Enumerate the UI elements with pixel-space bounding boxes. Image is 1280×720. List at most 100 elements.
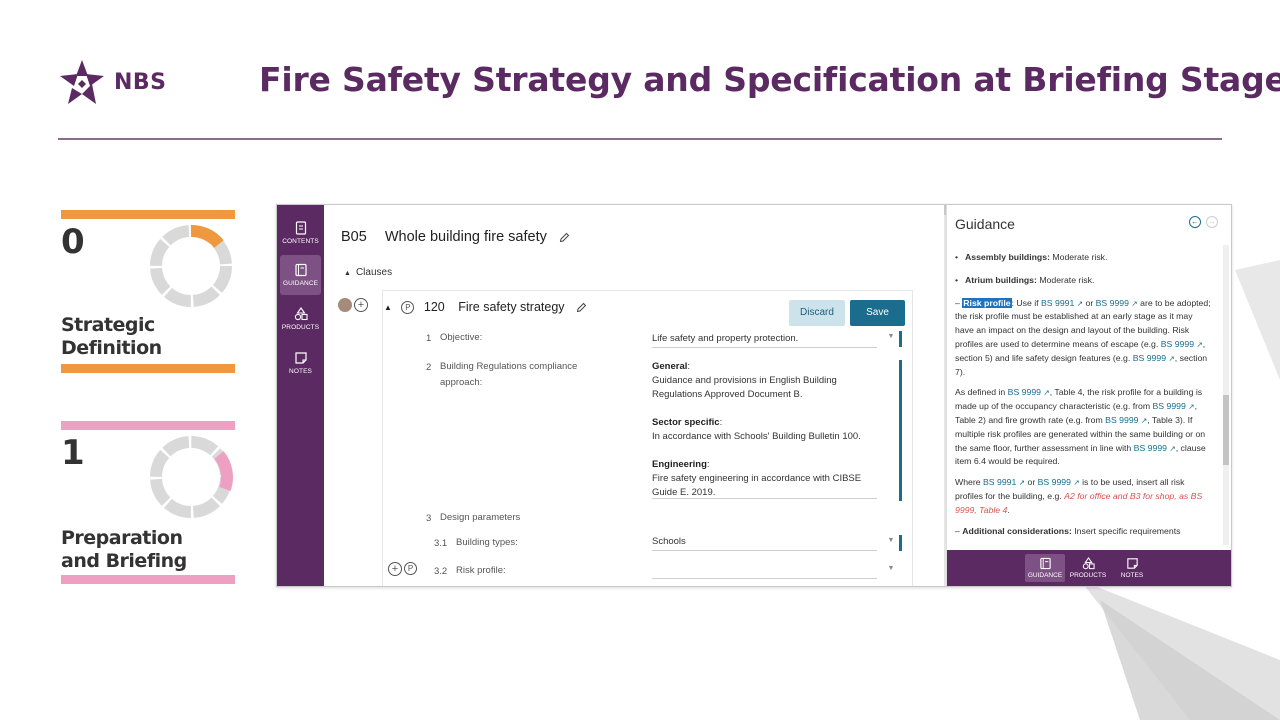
bs9999-link[interactable]: BS 9999	[1096, 298, 1129, 308]
footer-tab-label: PRODUCTS	[1069, 572, 1107, 579]
footer-tab-label: NOTES	[1120, 572, 1144, 579]
stage-1: 1 Preparation and Briefing	[61, 421, 235, 584]
text: Where	[955, 477, 984, 488]
app-window: CONTENTS GUIDANCE PRODUCTS NOTES B05 Who…	[276, 204, 1232, 587]
sector-heading: Sector specific	[652, 417, 720, 428]
bs9999-link[interactable]: BS 9999	[1153, 401, 1186, 411]
row-number: 3.2	[434, 566, 448, 577]
rail-item-label: GUIDANCE	[282, 280, 319, 287]
footer-tab-products[interactable]: PRODUCTS	[1068, 554, 1108, 582]
stage-name-line2: Definition	[61, 337, 162, 359]
slide-title: Fire Safety Strategy and Specification a…	[259, 60, 1280, 99]
footer-tab-guidance[interactable]: GUIDANCE	[1025, 554, 1065, 582]
nbs-logo-icon	[60, 60, 104, 104]
shapes-icon	[1082, 557, 1095, 570]
stage-name: Preparation and Briefing	[61, 527, 187, 573]
scrollbar-thumb[interactable]	[1223, 395, 1229, 465]
dropdown-icon[interactable]: ▼	[886, 331, 896, 343]
bs9991-link[interactable]: BS 9991	[983, 477, 1016, 487]
text: .	[1007, 504, 1010, 515]
objective-value[interactable]: Life safety and property protection.	[652, 332, 798, 346]
row-number: 3.1	[434, 538, 448, 549]
row-label: Building types:	[456, 537, 518, 548]
slide: NBS Fire Safety Strategy and Specificati…	[0, 0, 1280, 720]
row-label: Building Regulations compliance approach…	[440, 359, 577, 391]
p-circle-icon[interactable]: P	[401, 301, 415, 315]
collapse-triangle-icon: ▲	[344, 270, 351, 277]
additional-paragraph: – Additional considerations: Insert spec…	[955, 525, 1181, 536]
row-label: Objective:	[440, 332, 483, 343]
stage-name-line2: and Briefing	[61, 550, 187, 572]
risk-profile-highlight: Risk profile	[962, 297, 1012, 308]
clause-title: Fire safety strategy	[458, 300, 565, 314]
rail-item-label: PRODUCTS	[281, 324, 320, 331]
bs9999-link[interactable]: BS 9999	[1105, 415, 1138, 425]
guidance-scrollbar[interactable]	[1223, 245, 1229, 545]
bs9999-link[interactable]: BS 9999	[1038, 477, 1071, 487]
row-number: 2	[426, 362, 432, 373]
document-title: Whole building fire safety	[384, 229, 547, 245]
bs9999-link[interactable]: BS 9999	[1008, 387, 1041, 397]
text: Insert specific requirements	[1071, 525, 1181, 536]
avatar[interactable]	[338, 298, 352, 312]
clauses-label: Clauses	[355, 267, 393, 278]
progress-ring-icon	[150, 225, 232, 307]
add-icon[interactable]: +	[388, 562, 402, 576]
book-icon	[294, 263, 307, 277]
progress-ring-icon	[150, 436, 233, 518]
note-icon	[1126, 558, 1138, 569]
stage-name-line1: Preparation	[61, 527, 183, 549]
forward-arrow-icon[interactable]: →	[1206, 216, 1218, 228]
bullet-heading: Atrium buildings:	[965, 274, 1037, 285]
footer-tab-notes[interactable]: NOTES	[1112, 554, 1152, 582]
stage-0: 0 Strategic Definition	[61, 210, 235, 373]
rail-item-guidance[interactable]: GUIDANCE	[280, 255, 321, 295]
stage-bar	[61, 364, 235, 373]
stage-name-line1: Strategic	[61, 314, 155, 336]
bullet-text: Moderate risk.	[1049, 252, 1108, 262]
divider	[58, 138, 1222, 140]
row-label-line: approach:	[440, 377, 483, 388]
p-circle-icon[interactable]: P	[404, 562, 417, 575]
bs9999-link[interactable]: BS 9999	[1161, 339, 1194, 349]
general-heading: General	[652, 361, 688, 372]
clause-number: 120	[423, 300, 445, 314]
save-button[interactable]: Save	[850, 300, 905, 326]
edit-pencil-icon[interactable]	[559, 232, 570, 243]
sector-text: In accordance with Schools' Building Bul…	[652, 431, 861, 442]
compliance-approach-value[interactable]: General: Guidance and provisions in Engl…	[652, 360, 882, 500]
document-icon	[295, 221, 306, 235]
dropdown-icon[interactable]: ▼	[886, 535, 896, 547]
field-accent	[899, 331, 902, 347]
rail-item-products[interactable]: PRODUCTS	[280, 299, 321, 339]
row-label-line: Building Regulations compliance	[440, 361, 578, 372]
building-types-value[interactable]: Schools	[652, 535, 686, 549]
general-text: Guidance and provisions in English Build…	[652, 375, 837, 386]
engineering-heading: Engineering	[652, 459, 707, 470]
footer-tab-label: GUIDANCE	[1027, 572, 1063, 579]
guidance-panel: Guidance ← → Assembly buildings: Moderat…	[946, 205, 1231, 586]
note-icon	[294, 352, 307, 364]
row-label: Risk profile:	[456, 565, 506, 576]
bs9999-link[interactable]: BS 9999	[1133, 353, 1166, 363]
clause-header: ▲ P 120 Fire safety strategy	[384, 300, 587, 315]
collapse-triangle-icon[interactable]: ▲	[384, 303, 392, 312]
rail-item-label: CONTENTS	[282, 238, 319, 245]
rail-item-notes[interactable]: NOTES	[280, 343, 321, 383]
row-label: Design parameters	[440, 512, 521, 523]
bullet-text: Moderate risk.	[1036, 274, 1095, 285]
field-underline	[652, 347, 877, 348]
discard-button[interactable]: Discard	[789, 300, 845, 326]
document-code: B05	[341, 229, 367, 245]
dropdown-icon[interactable]: ▼	[886, 563, 896, 575]
row-number: 3	[426, 513, 432, 524]
back-arrow-icon[interactable]: ←	[1189, 216, 1201, 228]
field-underline	[652, 498, 877, 499]
bs9999-link[interactable]: BS 9999	[1134, 443, 1167, 453]
rail-item-label: NOTES	[289, 368, 312, 375]
edit-pencil-icon[interactable]	[576, 302, 587, 313]
clauses-toggle[interactable]: ▲ Clauses	[344, 267, 392, 278]
rail-item-contents[interactable]: CONTENTS	[280, 213, 321, 253]
add-icon[interactable]: +	[354, 298, 368, 312]
bs9991-link[interactable]: BS 9991	[1041, 298, 1074, 308]
